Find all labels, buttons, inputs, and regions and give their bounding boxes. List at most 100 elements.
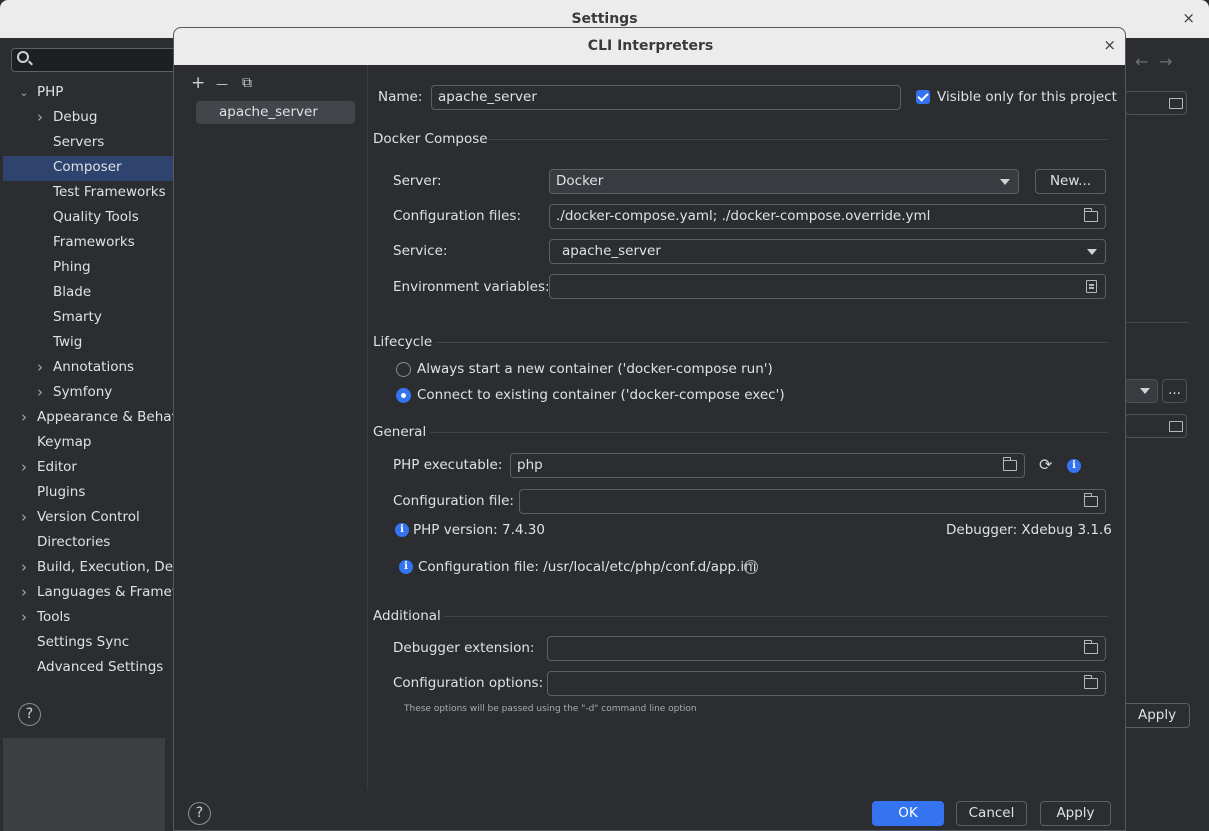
sidebar-item[interactable]: › Appearance & Behavio	[21, 405, 192, 430]
sidebar-item-label: Appearance & Behavio	[37, 409, 192, 425]
env-vars-input[interactable]	[549, 274, 1106, 299]
help-question-icon[interactable]: ?	[744, 560, 758, 574]
search-icon	[17, 51, 29, 63]
sidebar-item[interactable]: › Editor	[21, 455, 77, 480]
general-section-title: General	[373, 424, 427, 440]
debugger-extension-input[interactable]	[547, 636, 1106, 661]
sidebar-item[interactable]: Composer	[53, 155, 122, 180]
chevron-down-icon	[1000, 179, 1010, 185]
env-vars-label: Environment variables:	[393, 279, 550, 295]
interpreter-item[interactable]: apache_server	[196, 101, 355, 124]
name-input[interactable]: apache_server	[431, 85, 901, 110]
folder-icon[interactable]	[1083, 208, 1098, 222]
sidebar-item-label: Quality Tools	[53, 209, 139, 225]
service-select[interactable]: apache_server	[549, 239, 1106, 264]
sidebar-item[interactable]: › Languages & Framewo	[21, 580, 191, 605]
sidebar-item[interactable]: › Build, Execution, Depl	[21, 555, 185, 580]
debugger-text: Debugger: Xdebug 3.1.6	[946, 522, 1112, 538]
settings-help-button[interactable]: ?	[18, 703, 41, 726]
sidebar-item[interactable]: › Debug	[37, 105, 97, 130]
config-files-input[interactable]: ./docker-compose.yaml; ./docker-compose.…	[549, 204, 1106, 229]
dialog-help-button[interactable]: ?	[188, 802, 211, 825]
sidebar-item[interactable]: Directories	[37, 530, 110, 555]
remove-icon[interactable]: —	[216, 74, 228, 94]
sidebar-item[interactable]: › Version Control	[21, 505, 140, 530]
bg-combo[interactable]	[1125, 379, 1158, 403]
chevron-right-icon[interactable]: ›	[35, 355, 45, 380]
radio-docker-compose-run[interactable]	[396, 362, 411, 377]
sidebar-item[interactable]: Servers	[53, 130, 104, 155]
bg-browse-button[interactable]: ...	[1162, 379, 1187, 403]
chevron-right-icon[interactable]: ›	[19, 505, 29, 530]
bg-path-field[interactable]	[1125, 91, 1187, 115]
settings-apply-button[interactable]: Apply	[1122, 703, 1190, 728]
sidebar-item[interactable]: Keymap	[37, 430, 91, 455]
chevron-right-icon[interactable]: ›	[19, 455, 29, 480]
folder-icon[interactable]	[1083, 493, 1098, 507]
config-file-input[interactable]	[519, 489, 1106, 514]
docker-compose-section-title: Docker Compose	[373, 131, 488, 147]
bg-path-field-2[interactable]	[1125, 414, 1187, 438]
sidebar-item[interactable]: Frameworks	[53, 230, 135, 255]
chevron-down-icon[interactable]: ⌄	[19, 80, 29, 105]
php-version-text: PHP version: 7.4.30	[413, 522, 545, 538]
refresh-icon[interactable]: ⟳	[1039, 455, 1052, 474]
sidebar-item[interactable]: Phing	[53, 255, 91, 280]
sidebar-item[interactable]: Plugins	[37, 480, 85, 505]
settings-search-input[interactable]	[11, 48, 181, 72]
radio-docker-compose-exec[interactable]	[396, 388, 411, 403]
forward-arrow-icon[interactable]: →	[1159, 52, 1172, 71]
sidebar-item[interactable]: Settings Sync	[37, 630, 129, 655]
sidebar-item[interactable]: Twig	[53, 330, 82, 355]
dialog-close-icon[interactable]: ×	[1103, 36, 1116, 54]
folder-icon[interactable]	[1083, 640, 1098, 654]
radio-exec-label: Connect to existing container ('docker-c…	[417, 387, 785, 403]
sidebar-item[interactable]: Smarty	[53, 305, 102, 330]
php-executable-input[interactable]: php	[510, 453, 1025, 478]
add-icon[interactable]: +	[191, 73, 205, 93]
sidebar-item[interactable]: › Tools	[21, 605, 70, 630]
settings-right-panel: ← → ...	[1125, 38, 1209, 738]
sidebar-item[interactable]: › Symfony	[37, 380, 112, 405]
folder-icon[interactable]	[1002, 457, 1017, 471]
back-arrow-icon[interactable]: ←	[1135, 52, 1148, 71]
chevron-right-icon[interactable]: ›	[35, 380, 45, 405]
new-server-button[interactable]: New...	[1035, 169, 1106, 194]
sidebar-item-label: Keymap	[37, 434, 92, 450]
copy-icon[interactable]: ⧉	[242, 73, 252, 93]
sidebar-item[interactable]: Test Frameworks	[53, 180, 166, 205]
ok-button[interactable]: OK	[872, 801, 944, 826]
settings-close-icon[interactable]: ×	[1182, 9, 1195, 27]
sidebar-item-label: Blade	[53, 284, 92, 300]
info-icon: i	[395, 523, 409, 537]
chevron-down-icon	[1140, 388, 1150, 394]
divider	[436, 342, 1108, 343]
config-file-label: Configuration file:	[393, 493, 514, 509]
folder-icon[interactable]	[1083, 675, 1098, 689]
visible-only-checkbox[interactable]	[916, 90, 930, 104]
info-icon[interactable]: i	[1067, 459, 1081, 473]
chevron-right-icon[interactable]: ›	[19, 555, 29, 580]
server-select-value: Docker	[556, 173, 604, 189]
chevron-right-icon[interactable]: ›	[19, 580, 29, 605]
cancel-button[interactable]: Cancel	[956, 801, 1027, 826]
server-select[interactable]: Docker	[549, 169, 1019, 194]
list-edit-icon[interactable]	[1086, 280, 1097, 293]
apply-button[interactable]: Apply	[1040, 801, 1111, 826]
sidebar-item[interactable]: › Annotations	[37, 355, 134, 380]
cli-interpreters-dialog: CLI Interpreters × + — ⧉ apache_server N…	[173, 27, 1126, 831]
chevron-right-icon[interactable]: ›	[19, 605, 29, 630]
chevron-right-icon[interactable]: ›	[35, 105, 45, 130]
sidebar-item[interactable]: Quality Tools	[53, 205, 139, 230]
php-executable-label: PHP executable:	[393, 457, 503, 473]
sidebar-item[interactable]: Advanced Settings	[37, 655, 163, 680]
settings-bottom-area	[3, 738, 165, 831]
sidebar-item-label: Test Frameworks	[53, 184, 166, 200]
chevron-right-icon[interactable]: ›	[19, 405, 29, 430]
additional-section-title: Additional	[373, 608, 441, 624]
sidebar-item[interactable]: ⌄ PHP	[19, 80, 63, 105]
dialog-title: CLI Interpreters	[587, 38, 714, 54]
sidebar-item[interactable]: Blade	[53, 280, 91, 305]
config-options-input[interactable]	[547, 671, 1106, 696]
sidebar-item-label: Servers	[53, 134, 105, 150]
